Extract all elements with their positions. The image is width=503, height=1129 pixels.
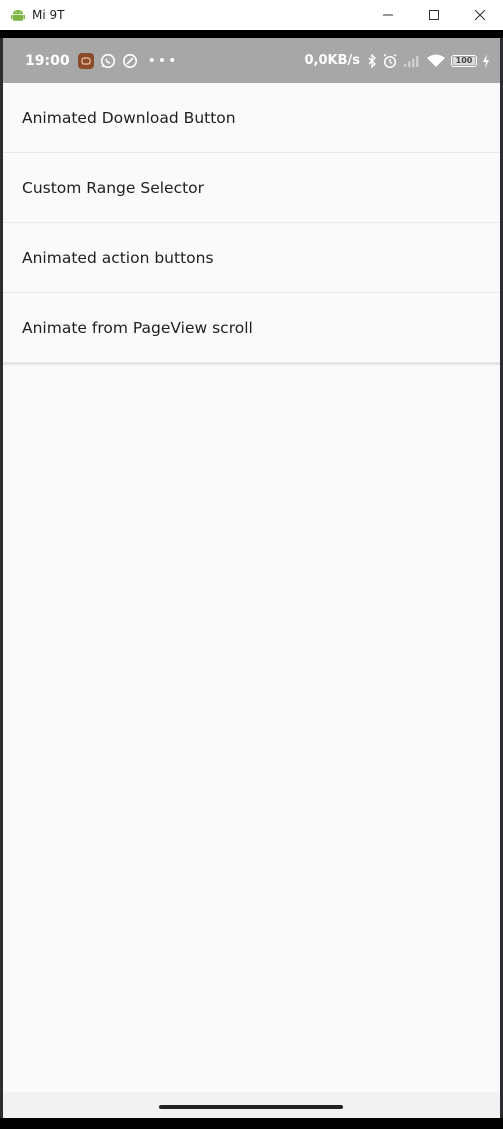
list-item-label: Custom Range Selector bbox=[22, 178, 205, 197]
window-controls bbox=[365, 0, 503, 30]
list-item-animate-pageview-scroll[interactable]: Animate from PageView scroll bbox=[3, 293, 500, 363]
window-titlebar: Mi 9T bbox=[0, 0, 503, 30]
status-bar: 19:00 ••• 0,0KB/s 100 bbox=[3, 38, 500, 83]
signal-icon bbox=[404, 55, 419, 67]
maximize-icon bbox=[429, 10, 439, 20]
list-item-custom-range-selector[interactable]: Custom Range Selector bbox=[3, 153, 500, 223]
status-right: 0,0KB/s 100 bbox=[305, 38, 491, 83]
app-notification-icon bbox=[77, 52, 94, 69]
list-item-label: Animated Download Button bbox=[22, 108, 236, 127]
more-notifications-icon: ••• bbox=[147, 52, 179, 69]
window-title: Mi 9T bbox=[32, 8, 65, 22]
list-item-animated-action-buttons[interactable]: Animated action buttons bbox=[3, 223, 500, 293]
device-frame-top bbox=[0, 30, 503, 38]
list-item-label: Animated action buttons bbox=[22, 248, 214, 267]
alarm-icon bbox=[383, 53, 397, 68]
close-button[interactable] bbox=[457, 0, 503, 30]
battery-level: 100 bbox=[455, 56, 473, 65]
close-icon bbox=[475, 10, 485, 20]
android-icon bbox=[11, 10, 25, 21]
charging-icon bbox=[483, 53, 489, 68]
gesture-handle[interactable] bbox=[159, 1105, 343, 1109]
data-saver-icon bbox=[122, 53, 138, 69]
list-item-label: Animate from PageView scroll bbox=[22, 318, 253, 337]
status-time: 19:00 bbox=[25, 52, 70, 69]
wifi-icon bbox=[427, 54, 445, 67]
battery-indicator: 100 bbox=[451, 54, 477, 67]
minimize-button[interactable] bbox=[365, 0, 411, 30]
maximize-button[interactable] bbox=[411, 0, 457, 30]
whatsapp-icon bbox=[100, 53, 116, 69]
device-frame-bottom bbox=[0, 1118, 503, 1129]
bluetooth-icon bbox=[368, 53, 376, 68]
list-item-animated-download-button[interactable]: Animated Download Button bbox=[3, 83, 500, 153]
phone-screen: 19:00 ••• 0,0KB/s 100 Animated Download … bbox=[3, 38, 500, 1118]
network-speed: 0,0KB/s bbox=[304, 53, 361, 68]
demo-list: Animated Download Button Custom Range Se… bbox=[3, 83, 500, 366]
list-shadow bbox=[3, 363, 500, 366]
minimize-icon bbox=[383, 14, 393, 16]
